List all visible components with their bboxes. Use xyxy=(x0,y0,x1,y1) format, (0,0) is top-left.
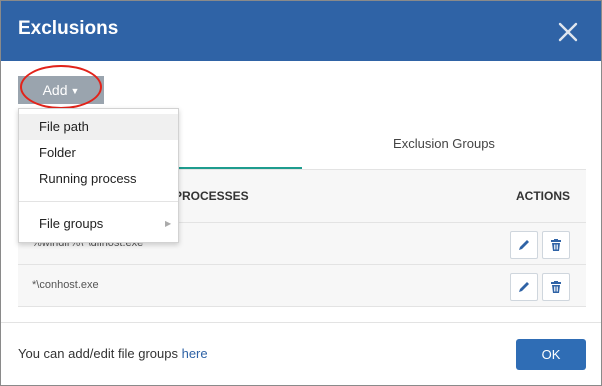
menu-item-running-process[interactable]: Running process xyxy=(19,166,178,192)
menu-item-folder[interactable]: Folder xyxy=(19,140,178,166)
delete-button[interactable] xyxy=(542,231,570,259)
file-groups-link[interactable]: here xyxy=(182,346,208,361)
add-button[interactable]: Add ▼ xyxy=(18,76,104,104)
trash-icon xyxy=(551,281,561,293)
exclusions-dialog: Exclusions Add▼ Paths Exclusion Groups P… xyxy=(0,0,602,386)
add-dropdown-menu: File path Folder Running process File gr… xyxy=(18,108,179,243)
pencil-icon xyxy=(519,240,529,250)
submenu-arrow-icon: ▶ xyxy=(165,219,172,228)
footer-divider xyxy=(1,322,601,323)
ok-button[interactable]: OK xyxy=(516,339,586,370)
process-path: *\conhost.exe xyxy=(32,279,99,291)
trash-icon xyxy=(551,239,561,251)
caret-down-icon: ▼ xyxy=(70,86,80,96)
column-header-processes: PROCESSES xyxy=(174,189,249,203)
dialog-title: Exclusions xyxy=(18,18,119,39)
menu-divider xyxy=(19,201,178,202)
add-button-label: Add xyxy=(42,82,68,98)
table-row: *\conhost.exe xyxy=(18,265,586,307)
footer-text: You can add/edit file groups xyxy=(18,346,182,361)
column-header-actions: ACTIONS xyxy=(516,189,570,203)
delete-button[interactable] xyxy=(542,273,570,301)
tab-exclusion-groups[interactable]: Exclusion Groups xyxy=(302,121,586,167)
footer-message: You can add/edit file groups here xyxy=(18,346,208,361)
menu-item-file-path[interactable]: File path xyxy=(19,114,178,140)
dialog-header: Exclusions xyxy=(1,1,601,61)
menu-item-file-groups[interactable]: File groups ▶ xyxy=(19,211,178,237)
edit-button[interactable] xyxy=(510,231,538,259)
close-icon[interactable] xyxy=(557,21,579,43)
pencil-icon xyxy=(519,282,529,292)
edit-button[interactable] xyxy=(510,273,538,301)
